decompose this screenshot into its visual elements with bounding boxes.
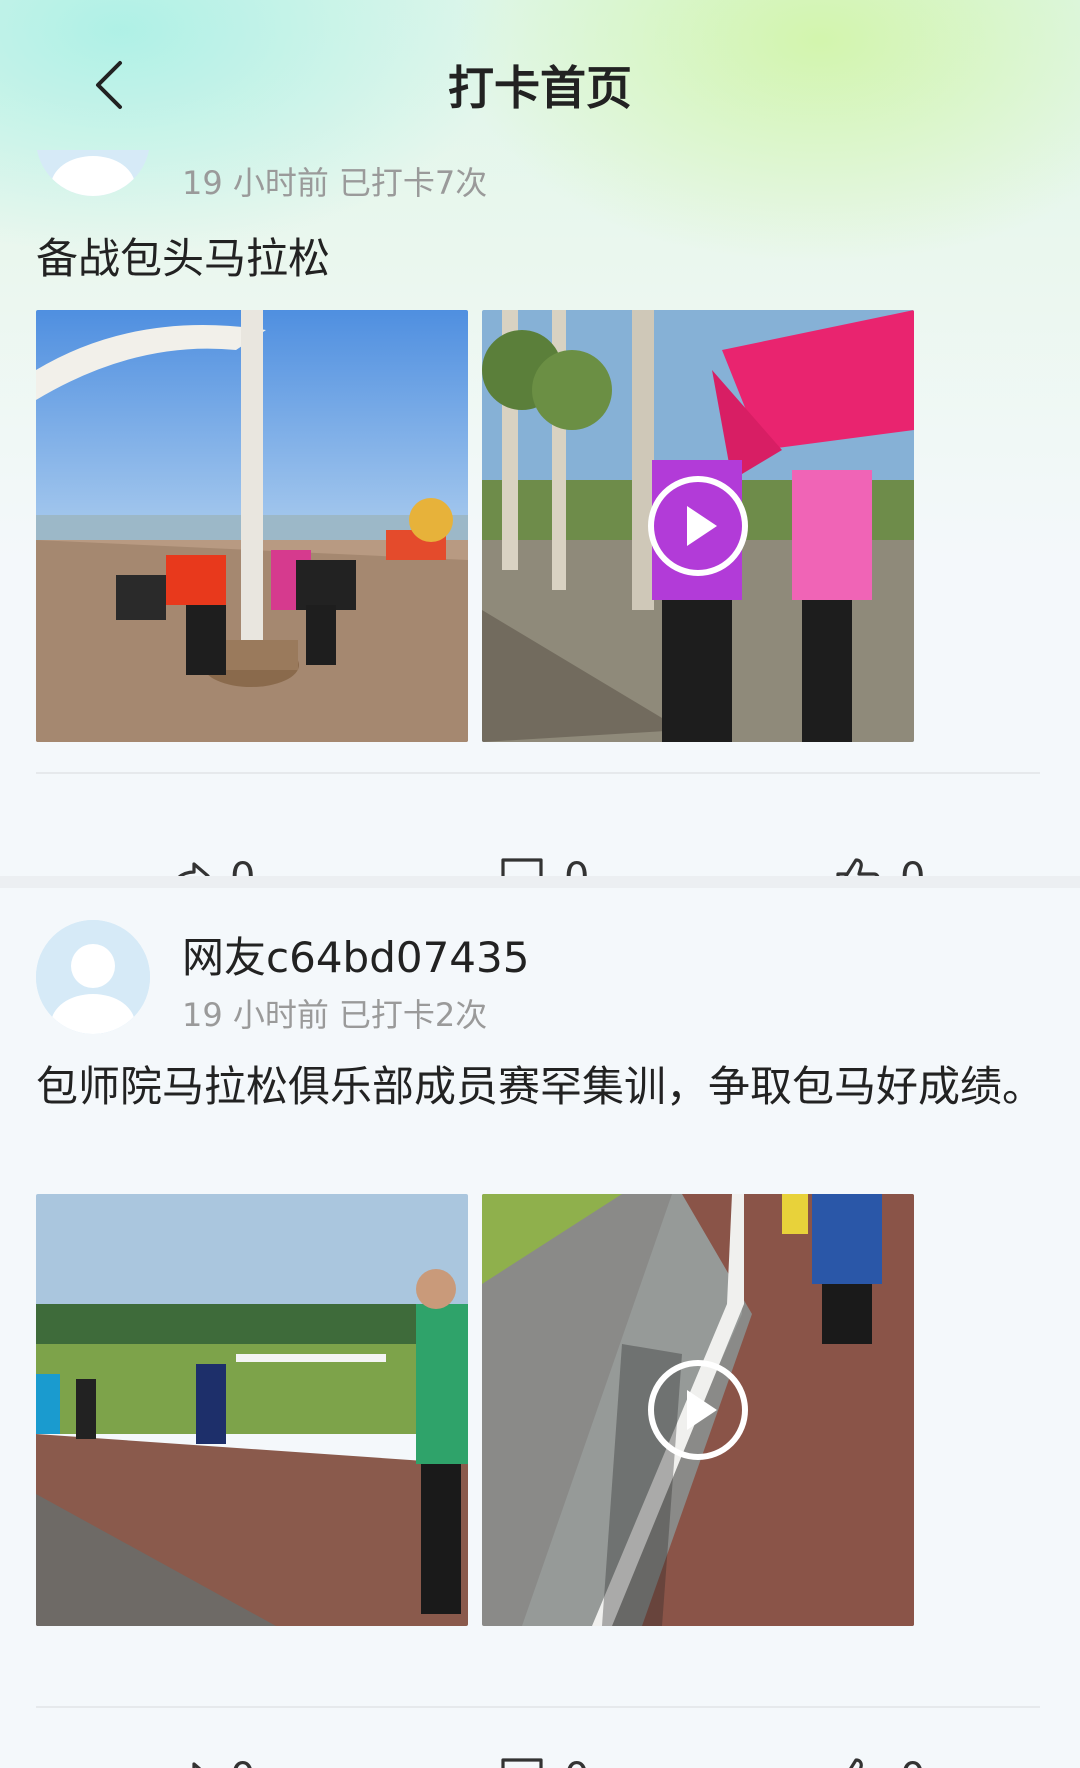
comment-button[interactable]: 0 xyxy=(498,1748,589,1768)
post-image[interactable] xyxy=(36,310,468,742)
post-time: 19 小时前 xyxy=(182,996,329,1034)
post-image[interactable] xyxy=(36,1194,468,1626)
feed-list[interactable]: 19 小时前 已打卡7次 备战包头马拉松 网友c64bd07435 19 小时前… xyxy=(0,150,1080,1768)
like-count: 0 xyxy=(900,1755,925,1768)
page-title: 打卡首页 xyxy=(448,61,632,115)
top-bar: 打卡首页 xyxy=(0,0,1080,150)
play-button[interactable] xyxy=(648,1360,748,1460)
photo-icon xyxy=(36,310,468,742)
share-button[interactable]: 0 xyxy=(164,1748,255,1768)
comment-count: 0 xyxy=(564,1755,589,1768)
share-icon xyxy=(192,1762,202,1768)
post-time: 19 小时前 xyxy=(182,164,329,202)
post-text: 包师院马拉松俱乐部成员赛罕集训，争取包马好成绩。 xyxy=(36,1062,1045,1111)
play-icon xyxy=(687,1390,717,1430)
checkin-count: 已打卡7次 xyxy=(338,164,488,202)
post-meta: 19 小时前 已打卡7次 xyxy=(182,158,497,204)
checkin-count: 已打卡2次 xyxy=(338,996,488,1034)
post-video[interactable] xyxy=(482,1194,914,1626)
like-button[interactable]: 0 xyxy=(834,1748,925,1768)
divider xyxy=(36,1706,1040,1708)
play-button[interactable] xyxy=(648,476,748,576)
thumbs-up-icon xyxy=(849,1758,863,1768)
avatar[interactable] xyxy=(36,150,150,196)
divider xyxy=(36,772,1040,774)
post-meta: 19 小时前 已打卡2次 xyxy=(182,990,497,1036)
post-text: 备战包头马拉松 xyxy=(36,234,331,283)
post-card: 网友c64bd07435 19 小时前 已打卡2次 包师院马拉松俱乐部成员赛罕集训… xyxy=(0,888,1080,1768)
user-avatar-icon xyxy=(36,150,150,196)
comment-icon xyxy=(501,1758,543,1768)
user-avatar-icon xyxy=(36,920,150,1034)
share-count: 0 xyxy=(230,1755,255,1768)
username[interactable]: 网友c64bd07435 xyxy=(182,924,529,985)
avatar[interactable] xyxy=(36,920,150,1034)
play-icon xyxy=(687,506,717,546)
photo-icon xyxy=(36,1194,468,1626)
post-video[interactable] xyxy=(482,310,914,742)
post-separator xyxy=(0,876,1080,888)
